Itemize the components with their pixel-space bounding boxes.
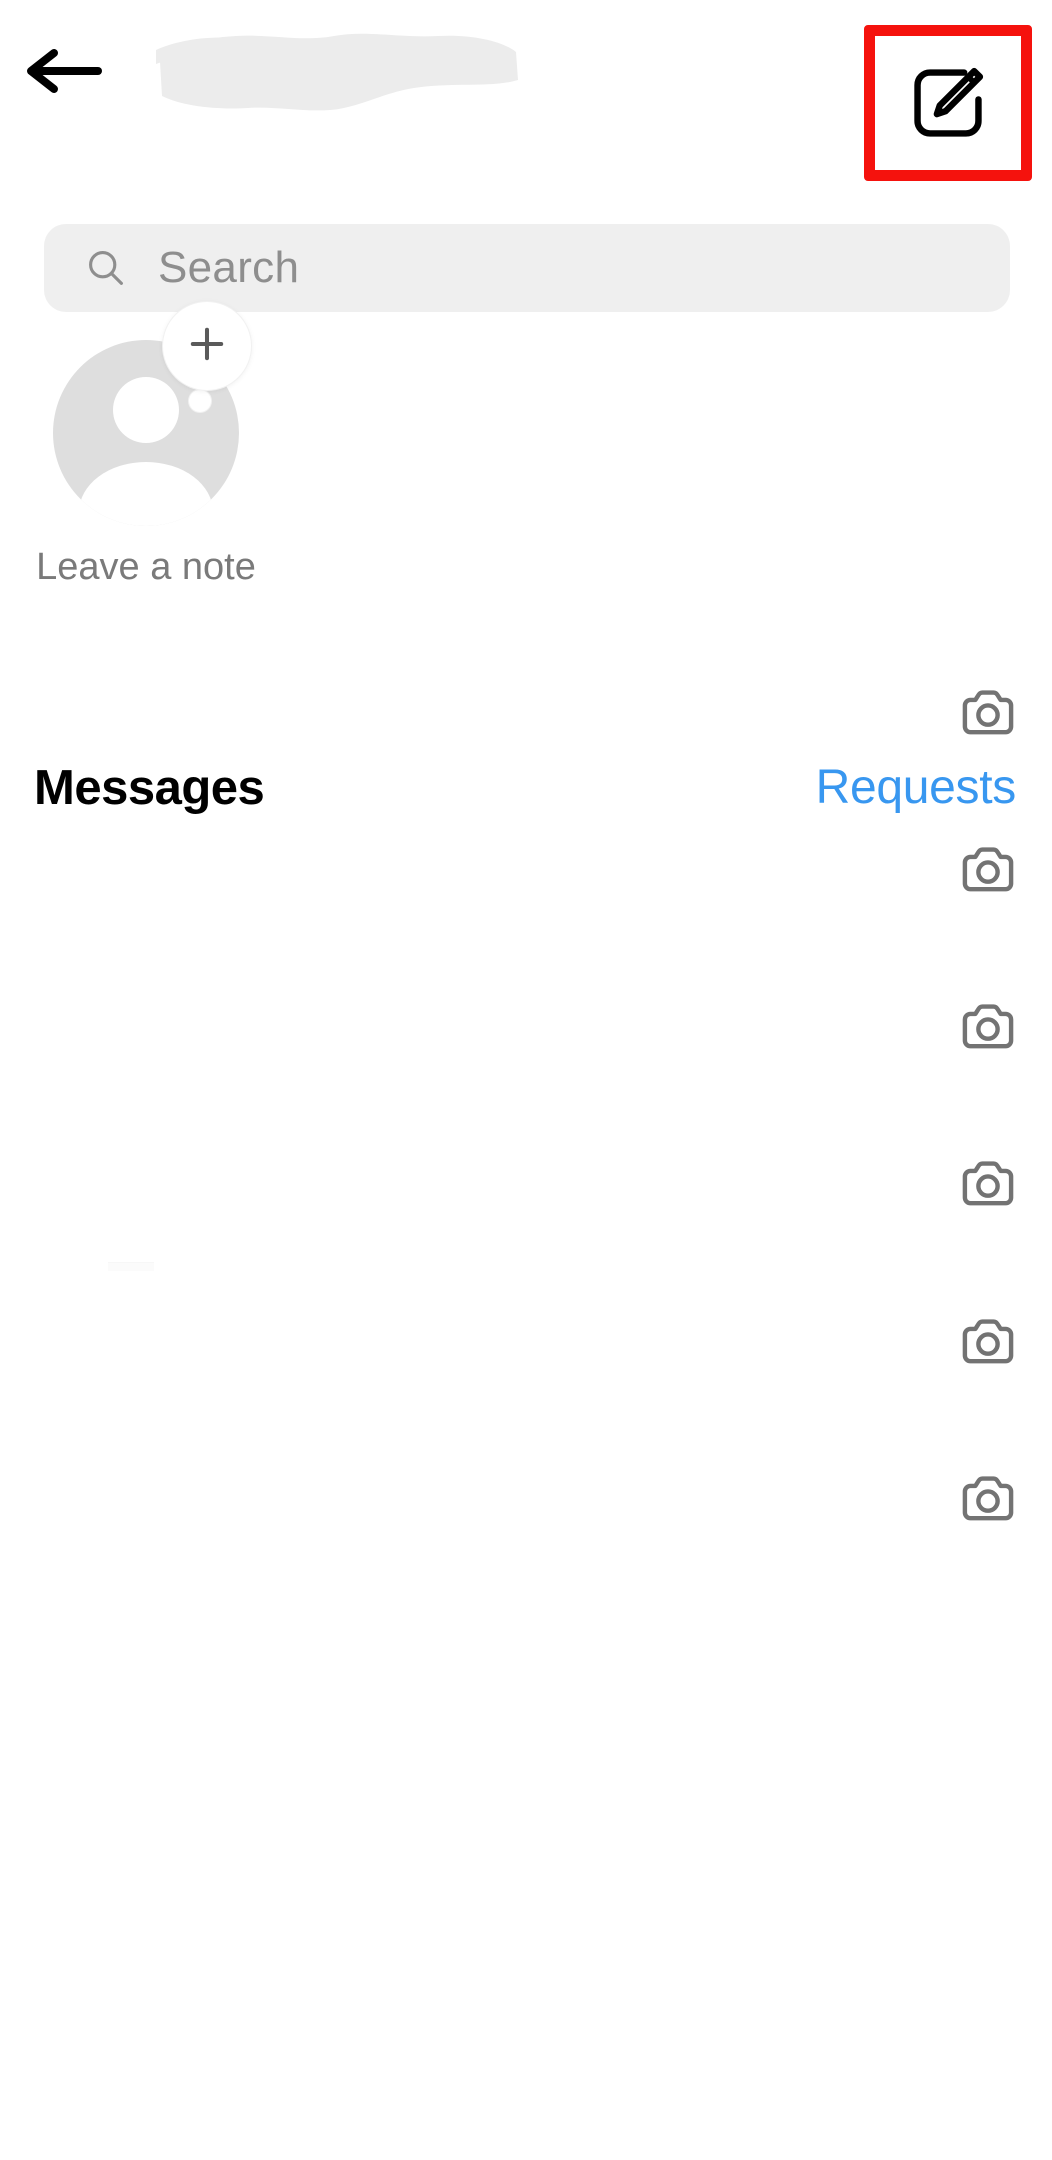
search-placeholder-text: Search [158, 243, 300, 292]
camera-icon[interactable] [950, 833, 1026, 909]
table-row[interactable] [0, 1421, 1052, 1578]
camera-icon[interactable] [950, 1305, 1026, 1381]
compose-pencil-square-icon [905, 60, 991, 146]
camera-icon[interactable] [950, 1147, 1026, 1223]
header-bar [0, 0, 1052, 200]
messages-screen: Search Leave a note Messages Requests [0, 0, 1052, 2160]
avatar-head-shape [113, 377, 179, 443]
redacted-username-scribble [152, 22, 522, 112]
header-title [152, 22, 522, 112]
add-note-bubble[interactable] [163, 302, 251, 390]
note-label: Leave a note [36, 546, 256, 588]
avatar-wrap [53, 302, 251, 526]
notes-tray: Leave a note [0, 302, 1052, 590]
arrow-left-icon [24, 47, 102, 95]
leave-a-note-cell[interactable]: Leave a note [36, 302, 256, 589]
table-row[interactable] [0, 1106, 1052, 1263]
table-row[interactable] [0, 1264, 1052, 1421]
chat-list [0, 660, 1052, 2160]
avatar-body-shape [79, 462, 213, 526]
camera-icon[interactable] [950, 1462, 1026, 1538]
camera-icon[interactable] [950, 990, 1026, 1066]
table-row[interactable] [0, 792, 1052, 949]
back-button[interactable] [18, 26, 108, 116]
plus-icon [184, 321, 230, 372]
camera-icon[interactable] [950, 676, 1026, 752]
table-row[interactable] [0, 635, 1052, 792]
search-icon [84, 246, 128, 290]
note-bubble-tail [189, 390, 211, 412]
compose-message-button[interactable] [864, 25, 1032, 181]
search-input[interactable]: Search [44, 224, 1010, 312]
table-row[interactable] [0, 949, 1052, 1106]
